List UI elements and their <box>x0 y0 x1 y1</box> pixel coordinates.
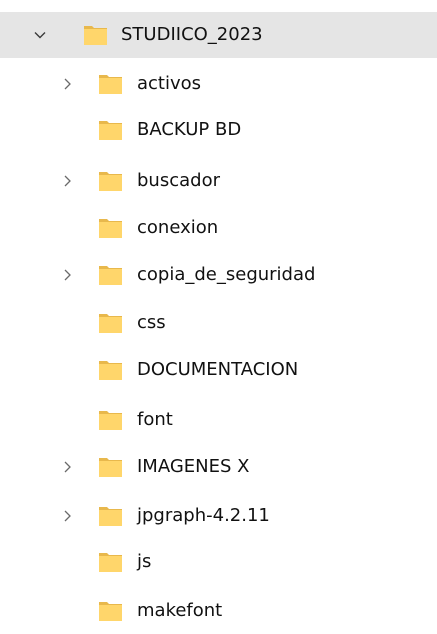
tree-item-label: BACKUP BD <box>137 119 242 140</box>
tree-item-root[interactable]: STUDIICO_2023 <box>0 12 437 58</box>
tree-item-label: copia_de_seguridad <box>137 264 316 285</box>
tree-item-label: STUDIICO_2023 <box>121 24 263 45</box>
tree-item-backup-bd[interactable]: BACKUP BD <box>0 107 437 153</box>
tree-item-activos[interactable]: activos <box>0 61 437 107</box>
tree-item-label: js <box>137 551 152 572</box>
folder-icon <box>98 169 124 193</box>
folder-icon <box>98 263 124 287</box>
folder-icon <box>98 599 124 623</box>
tree-item-documentacion[interactable]: DOCUMENTACION <box>0 347 437 393</box>
folder-tree: STUDIICO_2023 activos BACKUP BD buscador… <box>0 0 437 623</box>
chevron-right-icon[interactable] <box>58 458 76 476</box>
chevron-right-icon[interactable] <box>58 266 76 284</box>
tree-item-imagenes-x[interactable]: IMAGENES X <box>0 444 437 490</box>
tree-item-jpgraph[interactable]: jpgraph-4.2.11 <box>0 493 437 539</box>
tree-item-label: DOCUMENTACION <box>137 359 299 380</box>
folder-icon <box>98 455 124 479</box>
tree-item-label: jpgraph-4.2.11 <box>137 505 270 526</box>
tree-item-label: font <box>137 409 173 430</box>
folder-icon <box>98 216 124 240</box>
folder-icon <box>83 23 109 47</box>
tree-item-label: css <box>137 312 166 333</box>
chevron-right-icon[interactable] <box>58 172 76 190</box>
chevron-right-icon[interactable] <box>58 507 76 525</box>
tree-item-conexion[interactable]: conexion <box>0 205 437 251</box>
folder-icon <box>98 408 124 432</box>
folder-icon <box>98 72 124 96</box>
tree-item-makefont[interactable]: makefont <box>0 588 437 634</box>
folder-icon <box>98 550 124 574</box>
tree-item-css[interactable]: css <box>0 300 437 346</box>
folder-icon <box>98 358 124 382</box>
tree-item-label: activos <box>137 73 202 94</box>
chevron-right-icon[interactable] <box>58 75 76 93</box>
tree-item-buscador[interactable]: buscador <box>0 158 437 204</box>
tree-item-label: conexion <box>137 217 219 238</box>
tree-item-label: IMAGENES X <box>137 456 250 477</box>
tree-item-js[interactable]: js <box>0 539 437 585</box>
tree-item-font[interactable]: font <box>0 397 437 443</box>
chevron-down-icon[interactable] <box>31 26 49 44</box>
tree-item-copia-de-seguridad[interactable]: copia_de_seguridad <box>0 252 437 298</box>
folder-icon <box>98 311 124 335</box>
folder-icon <box>98 504 124 528</box>
tree-item-label: makefont <box>137 600 223 621</box>
folder-icon <box>98 118 124 142</box>
tree-item-label: buscador <box>137 170 220 191</box>
